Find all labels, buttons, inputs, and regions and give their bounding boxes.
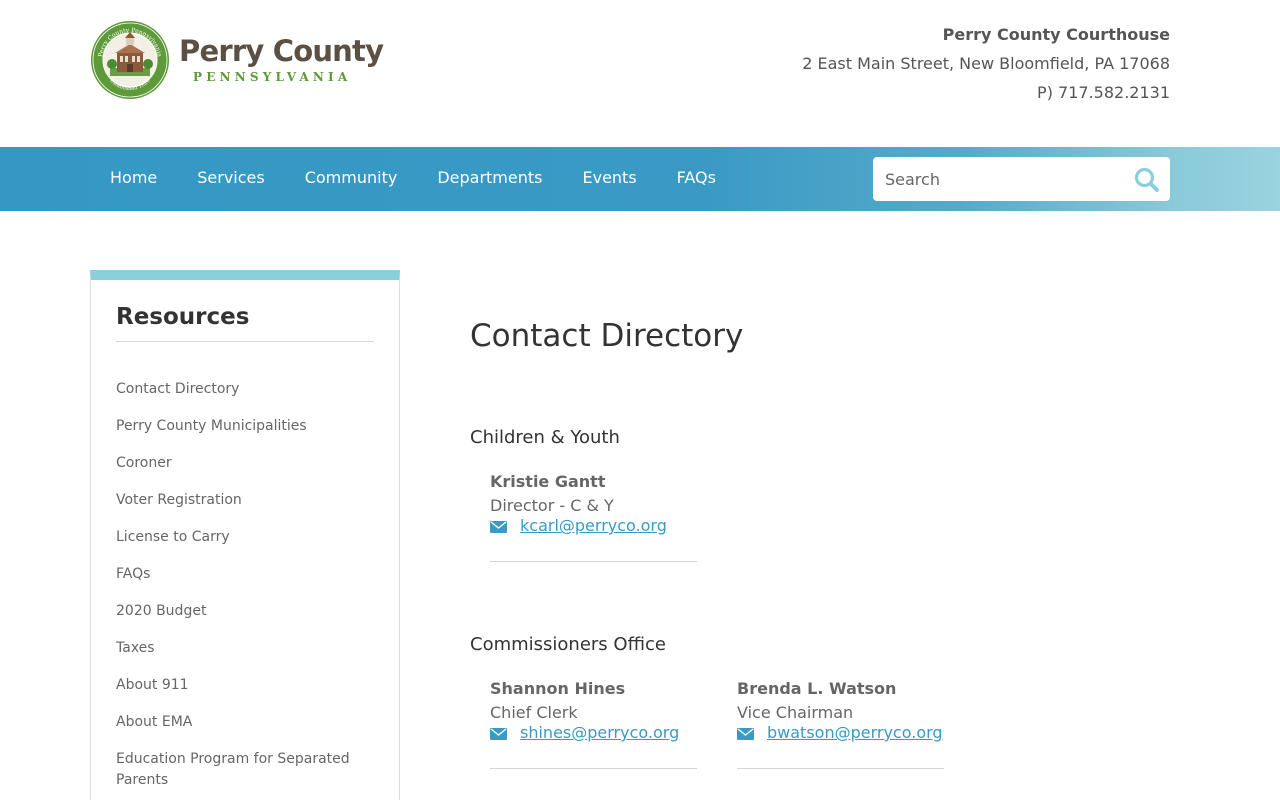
sidebar-item-budget[interactable]: 2020 Budget: [116, 601, 376, 622]
sidebar-item-about-ema[interactable]: About EMA: [116, 712, 376, 733]
contact-phone: P) 717.582.2131: [1037, 83, 1170, 102]
nav-item-faqs[interactable]: FAQs: [657, 147, 736, 211]
nav-item-departments[interactable]: Departments: [417, 147, 562, 211]
sidebar-item-license-to-carry[interactable]: License to Carry: [116, 527, 376, 548]
sidebar-item-voter-registration[interactable]: Voter Registration: [116, 490, 376, 511]
search-box: [873, 157, 1170, 201]
nav-list: Home Services Community Departments Even…: [90, 147, 736, 211]
contact-card-email[interactable]: bwatson@perryco.org: [767, 723, 943, 742]
site-logo[interactable]: Perry County Pennsylvania Established 18…: [90, 20, 384, 102]
sidebar-title: Resources: [116, 304, 250, 330]
sidebar-item-contact-directory[interactable]: Contact Directory: [116, 379, 376, 400]
sidebar-item-education-program[interactable]: Education Program for Separated Parents: [116, 749, 376, 791]
sidebar-item-municipalities[interactable]: Perry County Municipalities: [116, 416, 376, 437]
nav-item-services[interactable]: Services: [177, 147, 284, 211]
header-contact: Perry County Courthouse 2 East Main Stre…: [802, 20, 1170, 107]
contact-address: 2 East Main Street, New Bloomfield, PA 1…: [802, 54, 1170, 73]
search-input[interactable]: [873, 157, 1123, 201]
contact-card-email[interactable]: shines@perryco.org: [520, 723, 679, 742]
sidebar-item-taxes[interactable]: Taxes: [116, 638, 376, 659]
contact-card-email[interactable]: kcarl@perryco.org: [520, 516, 667, 535]
sidebar-divider: [116, 341, 374, 342]
contact-name: Perry County Courthouse: [942, 25, 1170, 44]
section-title-children-youth: Children & Youth: [470, 427, 620, 448]
site-header: Perry County Pennsylvania Established 18…: [0, 0, 1280, 147]
search-icon[interactable]: [1132, 165, 1162, 195]
sidebar-item-about-911[interactable]: About 911: [116, 675, 376, 696]
sidebar-list: Contact Directory Perry County Municipal…: [116, 379, 376, 800]
resources-sidebar: Resources Contact Directory Perry County…: [90, 270, 400, 800]
contact-card-name: Brenda L. Watson: [737, 679, 897, 698]
contact-card-name: Shannon Hines: [490, 679, 626, 698]
logo-title: Perry County: [179, 34, 384, 68]
contact-card: Kristie Gantt Director - C & Y kcarl@per…: [490, 472, 697, 562]
logo-subtitle: PENNSYLVANIA: [193, 70, 352, 84]
mail-icon: [737, 728, 754, 740]
sidebar-item-faqs[interactable]: FAQs: [116, 564, 376, 585]
mail-icon: [490, 521, 507, 533]
section-title-commissioners-office: Commissioners Office: [470, 634, 666, 655]
county-seal-icon: Perry County Pennsylvania Established 18…: [91, 21, 169, 99]
mail-icon: [490, 728, 507, 740]
contact-card-role: Director - C & Y: [490, 496, 614, 515]
contact-card-role: Vice Chairman: [737, 703, 854, 722]
nav-item-events[interactable]: Events: [562, 147, 656, 211]
nav-item-home[interactable]: Home: [90, 147, 177, 211]
contact-card-role: Chief Clerk: [490, 703, 578, 722]
sidebar-item-coroner[interactable]: Coroner: [116, 453, 376, 474]
contact-card-name: Kristie Gantt: [490, 472, 606, 491]
page-title: Contact Directory: [470, 318, 744, 354]
contact-card: Brenda L. Watson Vice Chairman bwatson@p…: [737, 679, 944, 769]
nav-item-community[interactable]: Community: [285, 147, 418, 211]
main-nav: Home Services Community Departments Even…: [0, 147, 1280, 211]
contact-card: Shannon Hines Chief Clerk shines@perryco…: [490, 679, 697, 769]
